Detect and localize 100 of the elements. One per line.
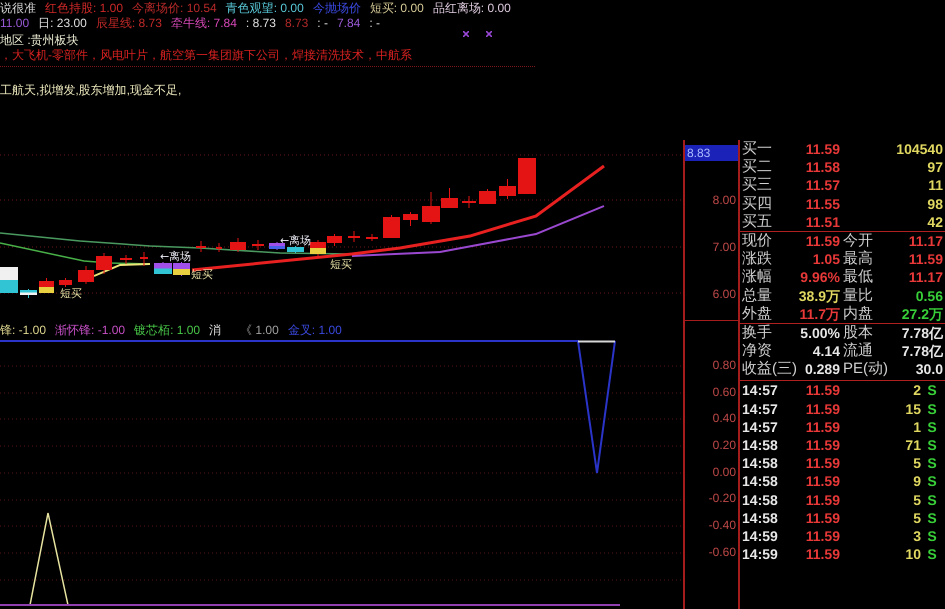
stat-value: 11.59 — [908, 250, 943, 268]
axis-label: 6.00 — [712, 287, 737, 301]
candlestick — [287, 246, 304, 254]
formula-readout: 青色观望: 0.00 — [226, 1, 304, 16]
candlestick — [383, 214, 400, 238]
marker-icon — [486, 31, 492, 37]
candlestick — [140, 252, 148, 266]
stat-value: 30.0 — [916, 360, 943, 378]
stat-label: 总量 — [742, 286, 772, 305]
stat-value: 27.2万 — [902, 304, 943, 323]
formula-readout: : - — [317, 16, 328, 31]
stat-label: 股本 — [843, 324, 873, 342]
trade-price: 11.59 — [806, 381, 840, 400]
bid-volume: 11 — [928, 176, 943, 195]
bid-volume: 97 — [927, 158, 943, 176]
candlestick — [479, 188, 496, 204]
bid-volume: 42 — [927, 212, 943, 231]
candlestick — [96, 252, 112, 274]
stat-value: 11.7万 — [800, 304, 840, 323]
formula-readout: 11.00 — [0, 16, 30, 31]
bid-volume: 98 — [927, 194, 943, 213]
trade-volume: 9 — [913, 472, 921, 491]
stat-value: 1.05 — [812, 250, 840, 268]
axis-label: 0.40 — [712, 411, 737, 426]
formula-readout: 牵牛线: 7.84 — [170, 16, 237, 31]
trade-side: S — [926, 472, 938, 491]
trade-time: 14:58 — [742, 508, 778, 527]
candlestick — [327, 234, 342, 246]
trade-volume: 2 — [913, 381, 921, 400]
trade-price: 11.59 — [806, 545, 840, 564]
stat-value: 11.17 — [908, 232, 943, 250]
stat-label: 外盘 — [742, 304, 772, 323]
candlestick — [269, 242, 285, 250]
trade-time: 14:58 — [742, 490, 778, 509]
trade-volume: 71 — [905, 436, 921, 454]
axis-label: 8.00 — [712, 193, 737, 207]
trade-side: S — [926, 418, 938, 436]
stat-value: 11.59 — [806, 232, 840, 250]
bid-level-label: 买三 — [742, 176, 772, 195]
stat-value: 5.00% — [800, 324, 840, 342]
formula-readout: 今抛场价 — [312, 1, 361, 16]
candlestick — [39, 278, 54, 294]
bid-price: 11.58 — [806, 158, 840, 176]
candlestick — [462, 196, 476, 208]
trade-side: S — [926, 508, 938, 527]
concept-text: ，大飞机-零部件，风电叶片，航空第一集团旗下公司，焊接清洗技术，中航系 — [0, 48, 412, 63]
exit-signal-label: ←离场 — [160, 250, 192, 263]
stat-label: 收益(三) — [742, 360, 797, 378]
trade-volume: 10 — [905, 545, 921, 564]
candlestick — [59, 278, 72, 288]
axis-label: 7.00 — [712, 240, 737, 254]
stat-label: PE(动) — [843, 360, 888, 378]
candlestick — [499, 178, 516, 200]
trade-side: S — [926, 400, 938, 418]
bid-price: 11.51 — [806, 212, 840, 231]
stat-value: 0.289 — [804, 360, 840, 378]
bid-volume: 104540 — [896, 140, 943, 158]
indicator-readout: 锋: -1.00 — [0, 322, 46, 339]
trade-price: 11.59 — [806, 490, 840, 509]
candlestick — [403, 212, 418, 226]
formula-readout: : 8.73 — [246, 16, 276, 31]
axis-label: -0.40 — [708, 518, 737, 532]
trade-time: 14:59 — [742, 526, 778, 546]
stat-value: 4.14 — [812, 342, 840, 360]
stat-label: 量比 — [843, 286, 873, 305]
buy-signal-label: 短买 — [191, 268, 213, 281]
candlestick — [310, 240, 326, 256]
trade-time: 14:58 — [742, 472, 778, 491]
stat-label: 最低 — [843, 268, 873, 286]
bid-level-label: 买五 — [742, 212, 772, 231]
trade-volume: 15 — [905, 400, 921, 418]
formula-readout: 红色持股: 1.00 — [45, 1, 124, 16]
marker-icon — [463, 31, 469, 37]
price-marker: 8.83 — [685, 145, 738, 161]
indicator-readout: 《 1.00 — [240, 322, 279, 339]
trade-side: S — [926, 490, 938, 509]
bid-price: 11.57 — [806, 176, 840, 195]
formula-readout: 说很准 — [0, 1, 36, 16]
region-text: 地区 :贵州板块 — [0, 33, 79, 48]
candlestick — [0, 266, 18, 294]
candlestick — [230, 238, 246, 252]
stat-label: 内盘 — [843, 304, 873, 323]
formula-readout: 辰星线: 8.73 — [96, 16, 162, 31]
stat-label: 流通 — [843, 342, 873, 360]
trade-time: 14:58 — [742, 436, 778, 454]
trade-price: 11.59 — [806, 418, 840, 436]
trade-price: 11.59 — [806, 436, 840, 454]
formula-readout: : - — [369, 16, 380, 31]
stat-value: 11.17 — [908, 268, 943, 286]
stat-label: 今开 — [843, 232, 873, 250]
candlestick — [196, 240, 206, 252]
stat-label: 换手 — [742, 324, 772, 342]
trade-time: 14:57 — [742, 400, 778, 418]
candlestick — [20, 288, 37, 298]
buy-signal-label: 短买 — [330, 258, 352, 271]
stat-label: 涨幅 — [742, 268, 772, 286]
trade-volume: 5 — [913, 454, 921, 472]
indicator-readout: 金叉: 1.00 — [288, 322, 342, 339]
trade-volume: 5 — [913, 490, 921, 509]
trade-side: S — [926, 381, 938, 400]
